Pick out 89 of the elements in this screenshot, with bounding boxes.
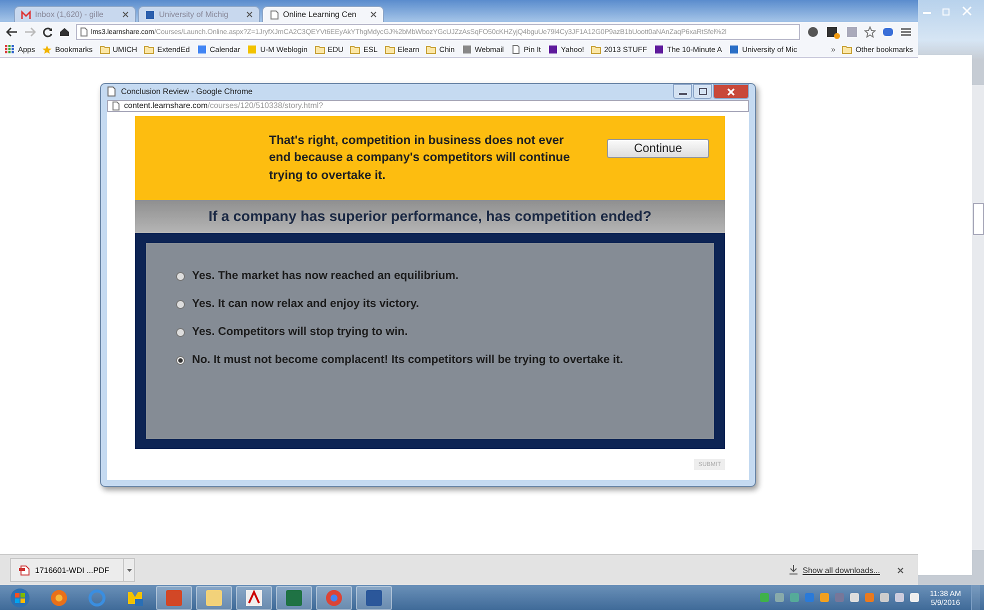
close-icon[interactable]: [246, 11, 253, 18]
answer-option[interactable]: Yes. It can now relax and enjoy its victory.: [192, 298, 420, 310]
radio-button[interactable]: [176, 300, 185, 308]
radio-button[interactable]: [176, 272, 185, 280]
site-icon: [145, 10, 155, 20]
taskbar-app-button[interactable]: [316, 586, 352, 610]
close-icon[interactable]: [897, 566, 904, 574]
window-title: Conclusion Review - Google Chrome: [121, 87, 253, 96]
home-icon[interactable]: [59, 27, 70, 37]
tray-icon[interactable]: [894, 592, 905, 603]
download-icon: [788, 565, 798, 575]
dropdown-button[interactable]: [123, 558, 135, 582]
forward-icon[interactable]: [24, 27, 36, 37]
reload-icon[interactable]: [42, 26, 53, 38]
menu-icon[interactable]: [900, 27, 912, 37]
answer-option[interactable]: Yes. The market has now reached an equilibrium.: [192, 270, 459, 282]
site-icon: [654, 45, 664, 54]
site-icon: [196, 45, 207, 54]
firefox-icon: [50, 588, 68, 606]
extension-icon[interactable]: [826, 26, 840, 38]
taskbar-app-button[interactable]: [156, 586, 192, 610]
tray-icon[interactable]: [908, 592, 920, 603]
site-icon: [247, 45, 258, 54]
tray-icon[interactable]: [774, 592, 785, 603]
star-icon[interactable]: [864, 26, 876, 38]
site-icon: [548, 45, 558, 54]
folder-icon: [205, 588, 223, 606]
download-item[interactable]: 1716601-WDI ...PDF: [10, 558, 124, 582]
show-all-downloads-link[interactable]: Show all downloads...: [802, 566, 880, 574]
close-icon[interactable]: [122, 11, 129, 18]
restore-icon: [942, 6, 952, 16]
feedback-text: That's right, competition in business does not ever end because a company's competitors will continue trying to overtake it.: [269, 132, 571, 184]
powerpoint-icon: [165, 588, 183, 606]
site-icon: [462, 45, 472, 54]
close-icon: [962, 6, 972, 16]
pdf-file-icon: [19, 564, 30, 576]
answer-option[interactable]: Yes. Competitors will stop trying to win.: [192, 326, 408, 338]
mail-icon: [21, 10, 31, 20]
browser-tab[interactable]: Online Learning Cen: [262, 6, 384, 22]
question-text: If a company has superior performance, has competition ended?: [208, 208, 652, 224]
ie-icon: [88, 588, 106, 606]
tray-icon[interactable]: [818, 592, 830, 603]
folder-icon: [384, 45, 395, 54]
tray-icon[interactable]: [878, 592, 890, 603]
close-icon[interactable]: [370, 11, 377, 18]
apps-grid-icon: [5, 45, 15, 54]
site-icon: [510, 45, 521, 54]
windows-logo-icon: [10, 588, 30, 608]
tray-icon[interactable]: [758, 592, 770, 603]
folder-icon: [350, 45, 360, 54]
star-icon: [42, 45, 52, 54]
folder-icon: [591, 45, 602, 54]
chrome-icon: [325, 588, 343, 606]
page-icon: [80, 27, 88, 37]
close-icon: [727, 88, 735, 96]
site-icon: [729, 45, 740, 54]
folder-icon: [426, 45, 436, 54]
maximize-button[interactable]: [693, 84, 712, 99]
taskbar-app-button[interactable]: [276, 586, 312, 610]
folder-icon: [842, 45, 852, 54]
word-icon: [365, 588, 383, 606]
page-icon: [107, 86, 116, 98]
tray-icon[interactable]: [848, 592, 860, 603]
acrobat-icon: [245, 588, 263, 606]
taskbar-app-button[interactable]: [356, 586, 392, 610]
extension-icon[interactable]: [806, 26, 820, 38]
radio-button[interactable]: [176, 356, 185, 364]
tray-icon[interactable]: [788, 592, 800, 603]
more-bookmarks-icon[interactable]: »: [831, 45, 836, 54]
continue-button[interactable]: Continue: [607, 138, 709, 158]
maximize-icon: [698, 88, 706, 95]
minimize-button[interactable]: [673, 84, 692, 99]
scroll-thumb[interactable]: [973, 203, 984, 235]
folder-icon: [100, 45, 110, 54]
answer-option[interactable]: No. It must not become complacent! Its competitors will be trying to overtake it.: [192, 354, 624, 366]
scrollbar[interactable]: [972, 85, 984, 550]
url-text: content.learnshare.com/courses/120/510338/story.html?: [124, 101, 324, 110]
close-button[interactable]: [713, 84, 749, 99]
tray-icon[interactable]: [864, 592, 875, 603]
excel-icon: [285, 588, 303, 606]
back-icon[interactable]: [6, 27, 18, 37]
taskbar-app-button[interactable]: [196, 586, 232, 610]
page-icon: [269, 10, 279, 20]
start-button[interactable]: [10, 588, 30, 608]
folder-icon: [144, 45, 154, 54]
taskbar-app-button[interactable]: [236, 586, 272, 610]
radio-button[interactable]: [176, 328, 185, 336]
caret-icon: [126, 568, 132, 572]
folder-icon: [314, 45, 325, 54]
